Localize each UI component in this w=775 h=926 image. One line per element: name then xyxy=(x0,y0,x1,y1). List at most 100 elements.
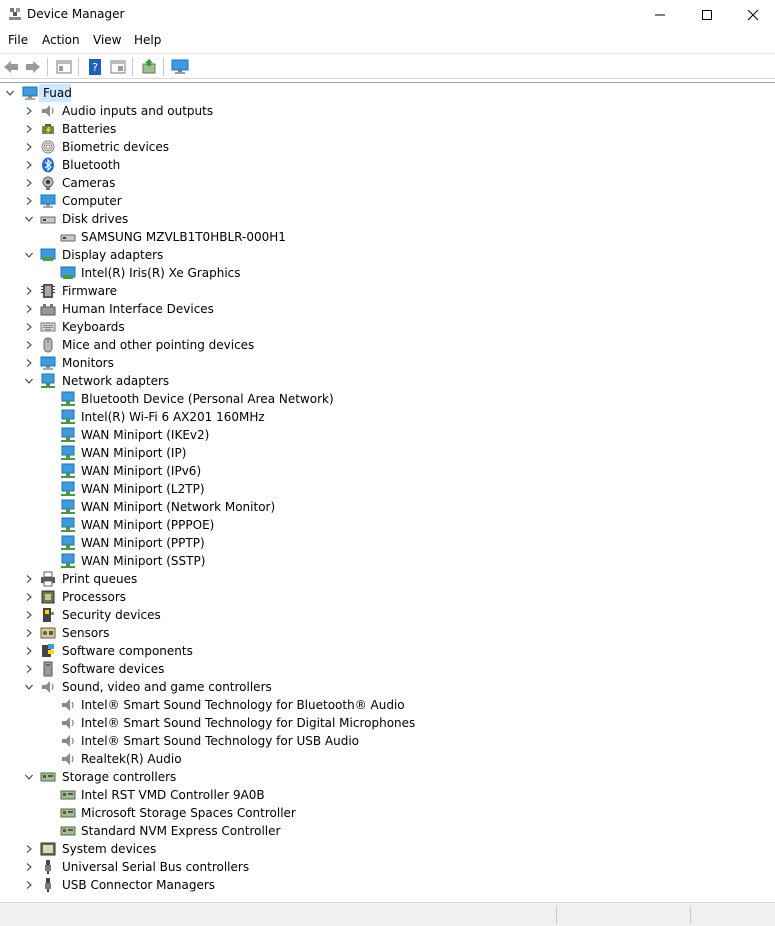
tree-item-label: Software components xyxy=(62,644,193,658)
tree-device[interactable]: Intel(R) Iris(R) Xe Graphics xyxy=(0,264,775,282)
tree-device[interactable]: WAN Miniport (Network Monitor) xyxy=(0,498,775,516)
tree-device[interactable]: Realtek(R) Audio xyxy=(0,750,775,768)
expand-toggle[interactable] xyxy=(23,339,35,351)
expand-toggle[interactable] xyxy=(23,177,35,189)
expand-toggle[interactable] xyxy=(23,285,35,297)
tree-item-icon xyxy=(40,355,56,371)
storage-controller-icon xyxy=(60,790,76,800)
tree-category[interactable]: Batteries xyxy=(0,120,775,138)
tree-device[interactable]: WAN Miniport (PPPOE) xyxy=(0,516,775,534)
tree-category[interactable]: System devices xyxy=(0,840,775,858)
expand-toggle[interactable] xyxy=(23,645,35,657)
tree-category[interactable]: Keyboards xyxy=(0,318,775,336)
help-icon: ? xyxy=(89,59,101,75)
tree-device[interactable]: Bluetooth Device (Personal Area Network) xyxy=(0,390,775,408)
tree-category[interactable]: Firmware xyxy=(0,282,775,300)
tree-item-icon xyxy=(60,535,76,551)
tree-category[interactable]: Computer xyxy=(0,192,775,210)
tree-category[interactable]: Network adapters xyxy=(0,372,775,390)
expand-toggle[interactable] xyxy=(23,861,35,873)
tree-device[interactable]: WAN Miniport (PPTP) xyxy=(0,534,775,552)
collapse-toggle[interactable] xyxy=(23,213,35,225)
collapse-toggle[interactable] xyxy=(23,681,35,693)
menu-bar: File Action View Help xyxy=(0,30,775,52)
menu-file[interactable]: File xyxy=(8,33,28,47)
tree-device[interactable]: Standard NVM Express Controller xyxy=(0,822,775,840)
tree-category[interactable]: Disk drives xyxy=(0,210,775,228)
tree-category[interactable]: Display adapters xyxy=(0,246,775,264)
collapse-toggle[interactable] xyxy=(23,249,35,261)
tree-category[interactable]: Software devices xyxy=(0,660,775,678)
show-hide-button[interactable] xyxy=(108,57,128,77)
tree-device[interactable]: WAN Miniport (IKEv2) xyxy=(0,426,775,444)
expand-toggle[interactable] xyxy=(23,627,35,639)
tree-category[interactable]: Sensors xyxy=(0,624,775,642)
tree-category[interactable]: Universal Serial Bus controllers xyxy=(0,858,775,876)
tree-device[interactable]: SAMSUNG MZVLB1T0HBLR-000H1 xyxy=(0,228,775,246)
tree-device[interactable]: Intel® Smart Sound Technology for Digita… xyxy=(0,714,775,732)
update-driver-button[interactable] xyxy=(139,57,159,77)
properties-pane-button[interactable] xyxy=(54,57,74,77)
collapse-toggle[interactable] xyxy=(4,87,16,99)
expand-toggle[interactable] xyxy=(23,843,35,855)
expand-toggle[interactable] xyxy=(23,105,35,117)
tree-category[interactable]: Processors xyxy=(0,588,775,606)
expand-toggle[interactable] xyxy=(23,303,35,315)
expand-toggle[interactable] xyxy=(23,321,35,333)
tree-item-icon xyxy=(40,337,56,353)
tree-category[interactable]: Bluetooth xyxy=(0,156,775,174)
menu-action[interactable]: Action xyxy=(42,33,80,47)
tree-category[interactable]: Biometric devices xyxy=(0,138,775,156)
expand-toggle[interactable] xyxy=(23,663,35,675)
tree-device[interactable]: Intel® Smart Sound Technology for USB Au… xyxy=(0,732,775,750)
chevron-down-icon xyxy=(25,774,33,780)
tree-root-computer[interactable]: Fuad xyxy=(0,84,775,102)
expand-toggle[interactable] xyxy=(23,609,35,621)
expand-toggle[interactable] xyxy=(23,879,35,891)
maximize-button[interactable] xyxy=(684,0,730,30)
network-icon xyxy=(61,535,75,550)
expand-toggle[interactable] xyxy=(23,141,35,153)
tree-item-label: Fuad xyxy=(43,86,72,100)
minimize-button[interactable] xyxy=(637,0,683,30)
tree-item-label: Intel(R) Wi-Fi 6 AX201 160MHz xyxy=(81,410,265,424)
close-button[interactable] xyxy=(730,0,775,30)
scan-hardware-button[interactable] xyxy=(170,57,190,77)
collapse-toggle[interactable] xyxy=(23,375,35,387)
expand-toggle[interactable] xyxy=(23,573,35,585)
tree-category[interactable]: Human Interface Devices xyxy=(0,300,775,318)
tree-device[interactable]: WAN Miniport (L2TP) xyxy=(0,480,775,498)
expand-toggle[interactable] xyxy=(23,357,35,369)
tree-category[interactable]: Software components xyxy=(0,642,775,660)
expand-toggle[interactable] xyxy=(23,195,35,207)
expand-toggle[interactable] xyxy=(23,159,35,171)
tree-item-label: Keyboards xyxy=(62,320,125,334)
tree-category[interactable]: Cameras xyxy=(0,174,775,192)
expand-toggle[interactable] xyxy=(23,123,35,135)
tree-device[interactable]: Intel(R) Wi-Fi 6 AX201 160MHz xyxy=(0,408,775,426)
tree-device[interactable]: WAN Miniport (IPv6) xyxy=(0,462,775,480)
menu-help[interactable]: Help xyxy=(134,33,161,47)
tree-category[interactable]: Mice and other pointing devices xyxy=(0,336,775,354)
storage-controller-icon xyxy=(60,826,76,836)
tree-category[interactable]: Audio inputs and outputs xyxy=(0,102,775,120)
tree-category[interactable]: Print queues xyxy=(0,570,775,588)
menu-view[interactable]: View xyxy=(93,33,121,47)
forward-button[interactable] xyxy=(23,57,43,77)
tree-device[interactable]: WAN Miniport (IP) xyxy=(0,444,775,462)
expand-toggle[interactable] xyxy=(23,591,35,603)
tree-device[interactable]: Intel RST VMD Controller 9A0B xyxy=(0,786,775,804)
help-button[interactable]: ? xyxy=(85,57,105,77)
tree-device[interactable]: WAN Miniport (SSTP) xyxy=(0,552,775,570)
tree-category[interactable]: Storage controllers xyxy=(0,768,775,786)
tree-device[interactable]: Microsoft Storage Spaces Controller xyxy=(0,804,775,822)
tree-item-label: WAN Miniport (Network Monitor) xyxy=(81,500,276,514)
collapse-toggle[interactable] xyxy=(23,771,35,783)
back-button[interactable] xyxy=(1,57,21,77)
tree-category[interactable]: USB Connector Managers xyxy=(0,876,775,894)
tree-category[interactable]: Sound, video and game controllers xyxy=(0,678,775,696)
tree-item-label: System devices xyxy=(62,842,157,856)
tree-category[interactable]: Monitors xyxy=(0,354,775,372)
tree-category[interactable]: Security devices xyxy=(0,606,775,624)
tree-device[interactable]: Intel® Smart Sound Technology for Blueto… xyxy=(0,696,775,714)
